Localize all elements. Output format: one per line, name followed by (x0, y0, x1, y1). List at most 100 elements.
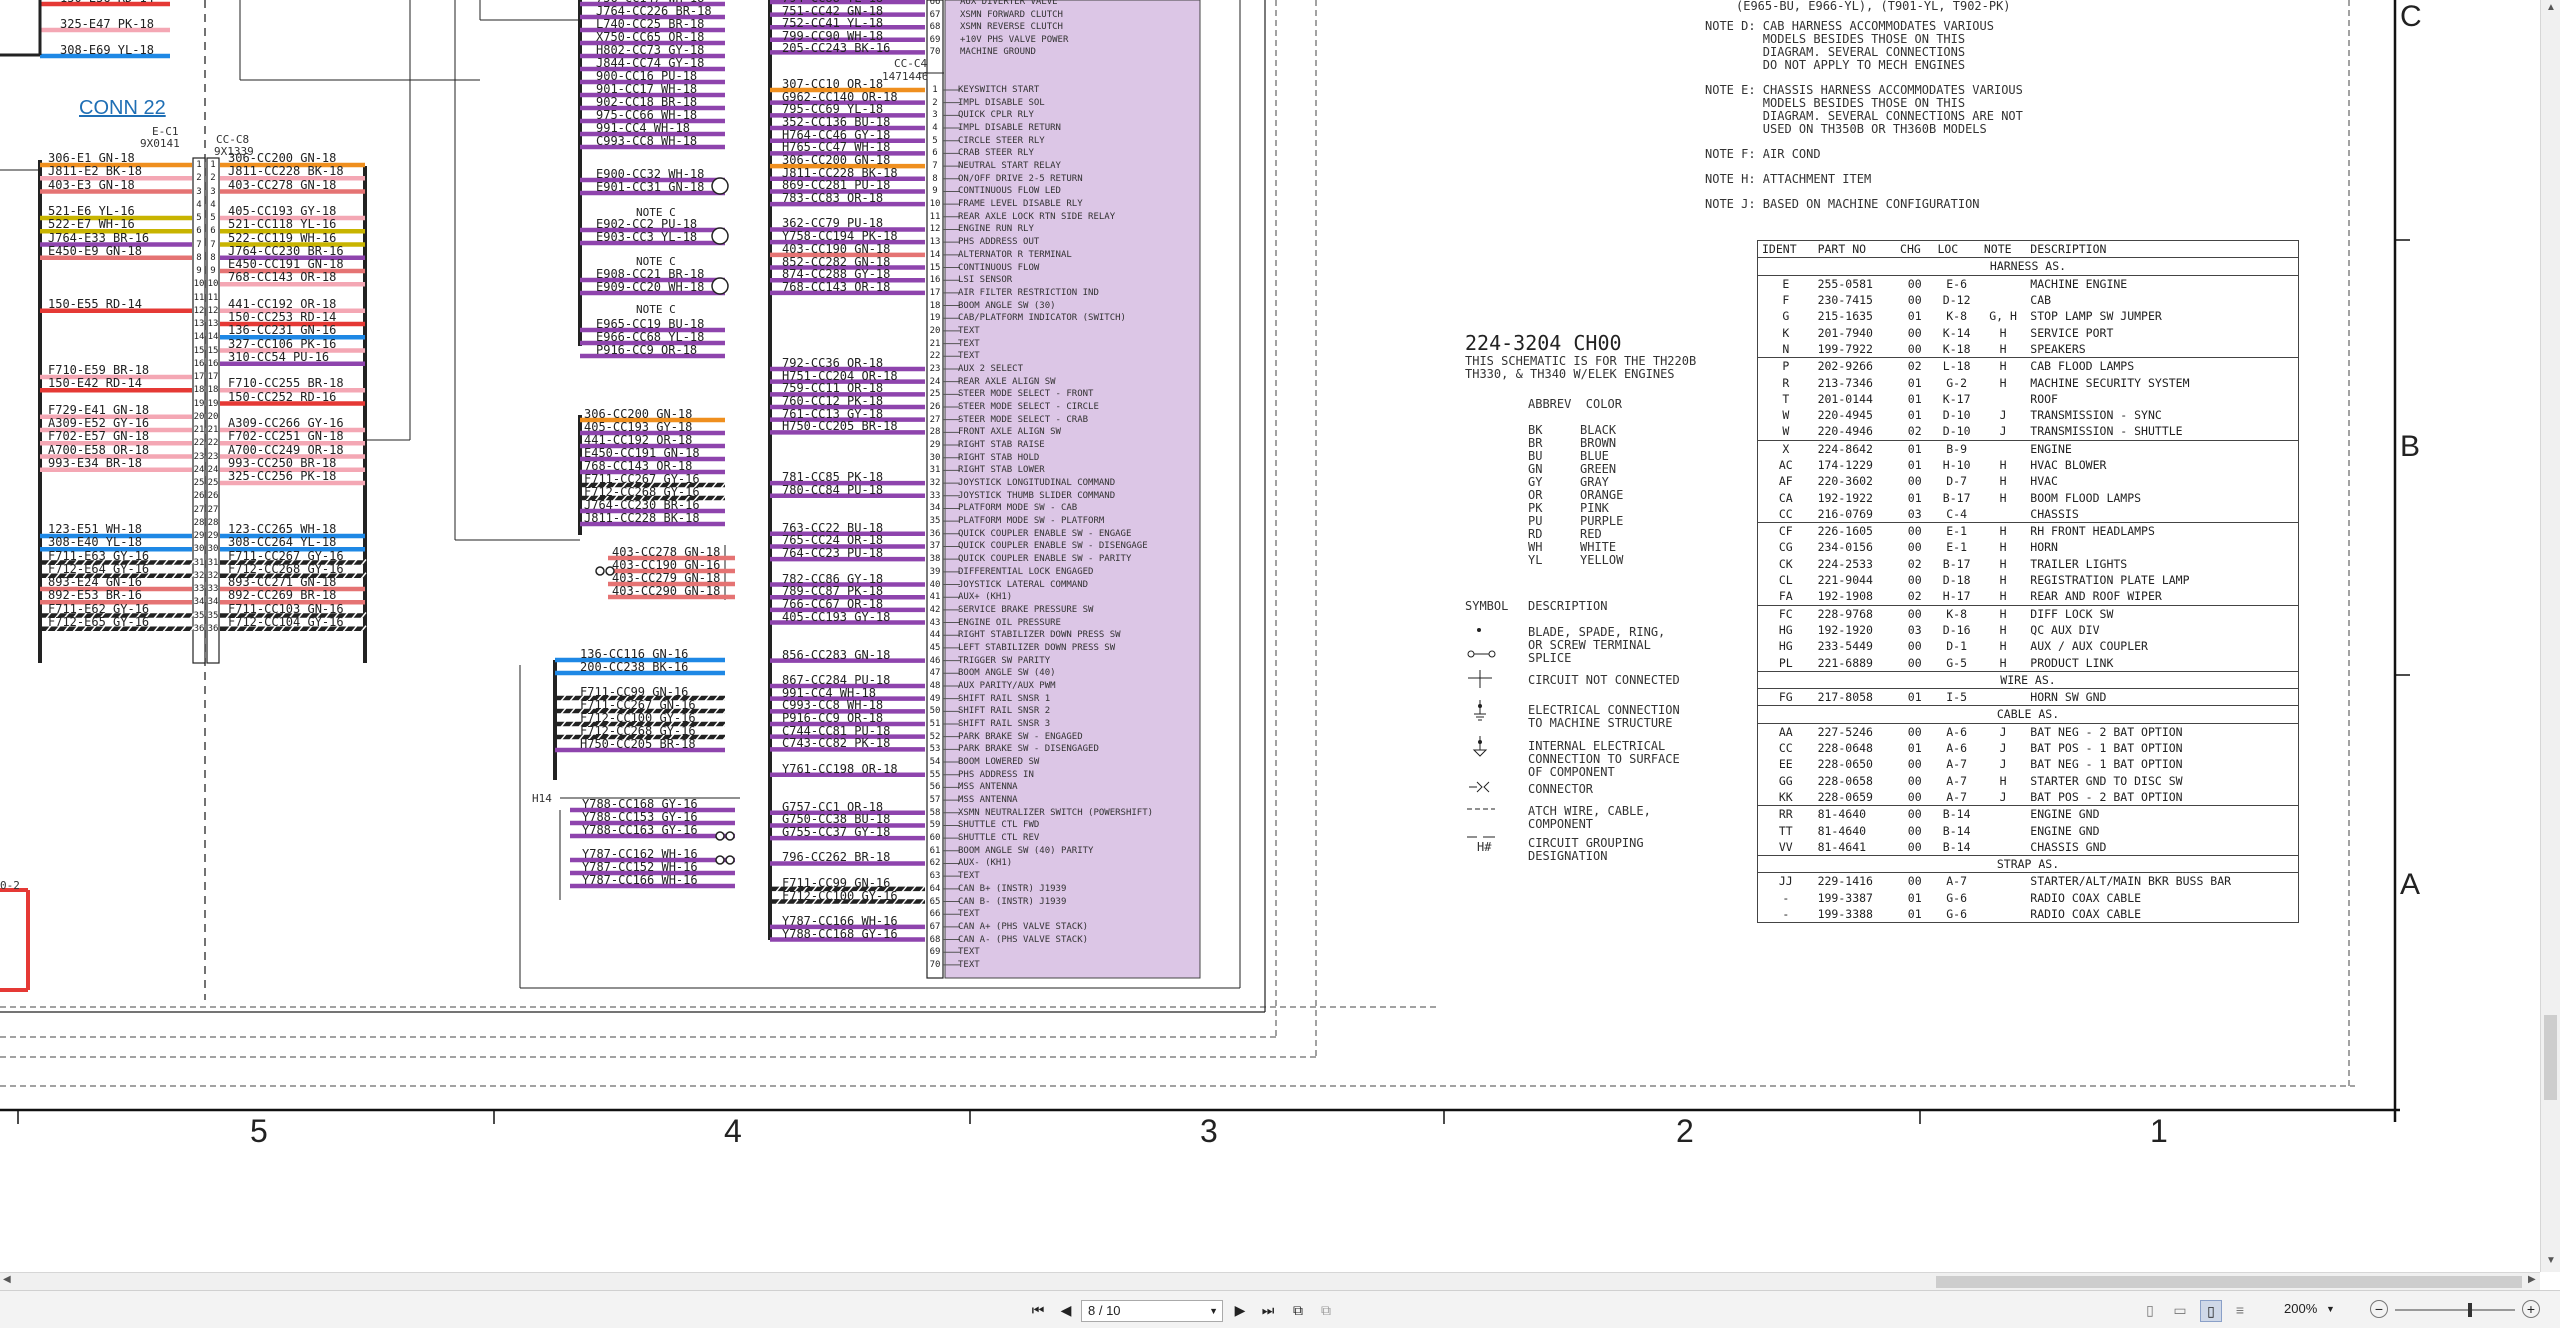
parts-cell: ENGINE GND (2030, 807, 2100, 822)
wire-label: 306-CC200 GN-18 (782, 153, 891, 168)
cc4-function-label: XSMN FORWARD CLUTCH (960, 9, 1063, 20)
next-page-icon[interactable]: ▶ (1230, 1300, 1250, 1320)
wire-label: 991-CC4 WH-18 (782, 685, 876, 700)
parts-cell: 00 (1907, 524, 1922, 539)
cc4-function-label: ENGINE RUN RLY (958, 224, 1034, 235)
conn-22-title[interactable]: CONN 22 (79, 97, 166, 120)
wire-label: 325-CC256 PK-18 (228, 469, 337, 483)
cc4-function-label: IMPL DISABLE SOL (958, 97, 1045, 108)
ground-structure-icon (1474, 700, 1486, 721)
parts-cell: A-7 (1946, 874, 1968, 889)
parts-cell: 00 (1907, 325, 1922, 340)
parts-column-header: NOTE (1979, 240, 2027, 259)
parts-section-header: WIRE AS. (1757, 670, 2299, 690)
parts-cell: 224-8642 (1817, 441, 1873, 456)
parts-cell: J (1999, 741, 2007, 756)
vertical-scrollbar[interactable]: ▲ ▼ (2540, 0, 2560, 1272)
wire-label: 308-E69 YL-18 (60, 43, 154, 57)
page-number-field[interactable]: 8 / 10 ▼ (1081, 1300, 1223, 1322)
parts-cell: 201-7940 (1817, 325, 1873, 340)
cc4-function-label: STEER MODE SELECT - CIRCLE (958, 402, 1099, 412)
cc4-function-label: XSMN NEUTRALIZER SWITCH (POWERSHIFT) (958, 807, 1154, 818)
parts-cell: K (1782, 325, 1790, 340)
cc4-pin-number: 66 (929, 909, 941, 920)
parts-cell: A-7 (1946, 773, 1968, 788)
cc4-pin-number: 70 (929, 47, 941, 58)
zoom-dropdown-icon[interactable]: ▼ (2326, 1304, 2335, 1314)
vertical-scroll-thumb[interactable] (2544, 1015, 2557, 1100)
cc4-function-label: QUICK COUPLER ENABLE SW - PARITY (958, 554, 1132, 565)
split-view-icon[interactable]: ≡ (2230, 1300, 2250, 1320)
cc4-pin-number: 17 (929, 287, 941, 298)
scroll-right-arrow-icon[interactable]: ▶ (2528, 1274, 2536, 1285)
parts-cell: H (1999, 556, 2007, 571)
cc4-function-label: AUX PARITY/AUX PWM (958, 680, 1056, 691)
zoom-in-icon[interactable]: + (2522, 1300, 2540, 1318)
wire-label: 759-CC11 OR-18 (782, 381, 884, 396)
wire-label: Y787-CC152 WH-16 (582, 860, 698, 874)
scroll-left-arrow-icon[interactable]: ◀ (3, 1274, 11, 1285)
wire-label: 136-CC231 GN-16 (228, 323, 337, 338)
zoom-slider[interactable] (2395, 1303, 2515, 1317)
wire-label: H751-CC204 OR-18 (782, 368, 898, 383)
parts-cell: H (1999, 589, 2007, 604)
parts-cell: B-14 (1942, 839, 1971, 854)
wire-label: Y788-CC163 GY-16 (582, 823, 698, 837)
page-copy-icon[interactable]: ⧉ (1316, 1300, 1336, 1320)
cc4-function-label: STEER MODE SELECT - FRONT (958, 389, 1094, 400)
symbol-header: SYMBOL (1465, 599, 1509, 613)
zoom-level[interactable]: 200% (2284, 1301, 2317, 1316)
wire-label: 892-E53 BR-16 (48, 588, 142, 603)
conn-cc-pin-number: 27 (207, 504, 219, 515)
page-thumbnail-icon[interactable]: ⧉ (1288, 1300, 1308, 1320)
wire-label: F711-E62 GY-16 (48, 601, 150, 616)
table-row: T 201-0144 01 K-17 ROOF (1758, 391, 2299, 407)
first-page-icon[interactable]: ⏮ (1028, 1300, 1048, 1320)
cc4-function-label: RIGHT STAB LOWER (958, 465, 1045, 476)
conn-e-pin-number: 9 (196, 266, 202, 276)
parts-cell: AUX / AUX COUPLER (2030, 639, 2148, 654)
wire-label: F712-E64 GY-16 (48, 561, 150, 576)
parts-cell: A-6 (1946, 724, 1968, 739)
horizontal-scrollbar[interactable]: ◀ ▶ (0, 1272, 2540, 1291)
conn-e-pin-number: 10 (193, 279, 205, 290)
parts-cell: 01 (1907, 890, 1922, 905)
conn-cc-pin-number: 24 (207, 464, 219, 475)
parts-cell: 228-9768 (1817, 606, 1873, 621)
continuous-view-icon[interactable]: ▭ (2170, 1300, 2190, 1320)
zoom-out-icon[interactable]: − (2370, 1300, 2388, 1318)
parts-cell: SPEAKERS (2030, 341, 2086, 356)
note-text: ATTACHMENT ITEM (1762, 172, 1872, 186)
cc4-pin-number: 68 (929, 934, 941, 945)
last-page-icon[interactable]: ⏭ (1258, 1300, 1278, 1320)
previous-page-icon[interactable]: ◀ (1056, 1300, 1076, 1320)
page-dropdown-icon[interactable]: ▼ (1209, 1301, 1218, 1321)
wire-label: 403-CC190 GN-18 (782, 241, 891, 256)
cc4-pin-number: 12 (929, 224, 941, 235)
cc4-pin-number: 41 (929, 592, 941, 603)
single-page-view-icon[interactable]: ▯ (2140, 1300, 2160, 1320)
wire-label: J811-CC228 BK-18 (782, 165, 898, 180)
parts-cell: B-14 (1942, 823, 1971, 838)
parts-cell: J (1999, 789, 2007, 804)
conn-cc-pin-number: 18 (207, 385, 219, 396)
two-page-view-icon[interactable]: ▯ (2200, 1300, 2222, 1322)
conn-cc-pin-number: 9 (210, 266, 216, 276)
horizontal-scroll-thumb[interactable] (1936, 1276, 2522, 1288)
zone-column-label: 2 (1676, 1113, 1694, 1149)
scroll-down-arrow-icon[interactable]: ▼ (2546, 1255, 2556, 1266)
cc4-pin-number: 13 (929, 237, 941, 248)
cc4-function-label: TEXT (958, 338, 980, 349)
zone-row-label: A (2400, 868, 2421, 901)
cc4-pin-number: 61 (929, 845, 941, 856)
note-c-label: NOTE C (636, 206, 676, 219)
zoom-slider-handle[interactable] (2468, 1303, 2472, 1317)
cc4-pin-number: 49 (929, 693, 941, 704)
zone-column-label: 1 (2150, 1113, 2168, 1149)
cc4-pin-number: 3 (932, 110, 938, 121)
wire-label: Y788-CC168 GY-16 (582, 797, 698, 811)
parts-cell: H (1999, 606, 2007, 621)
table-row: CC 216-0769 03 C-4 CHASSIS (1758, 506, 2299, 523)
scroll-up-arrow-icon[interactable]: ▲ (2546, 2, 2556, 13)
conn-cc-pin-number: 36 (207, 623, 219, 634)
